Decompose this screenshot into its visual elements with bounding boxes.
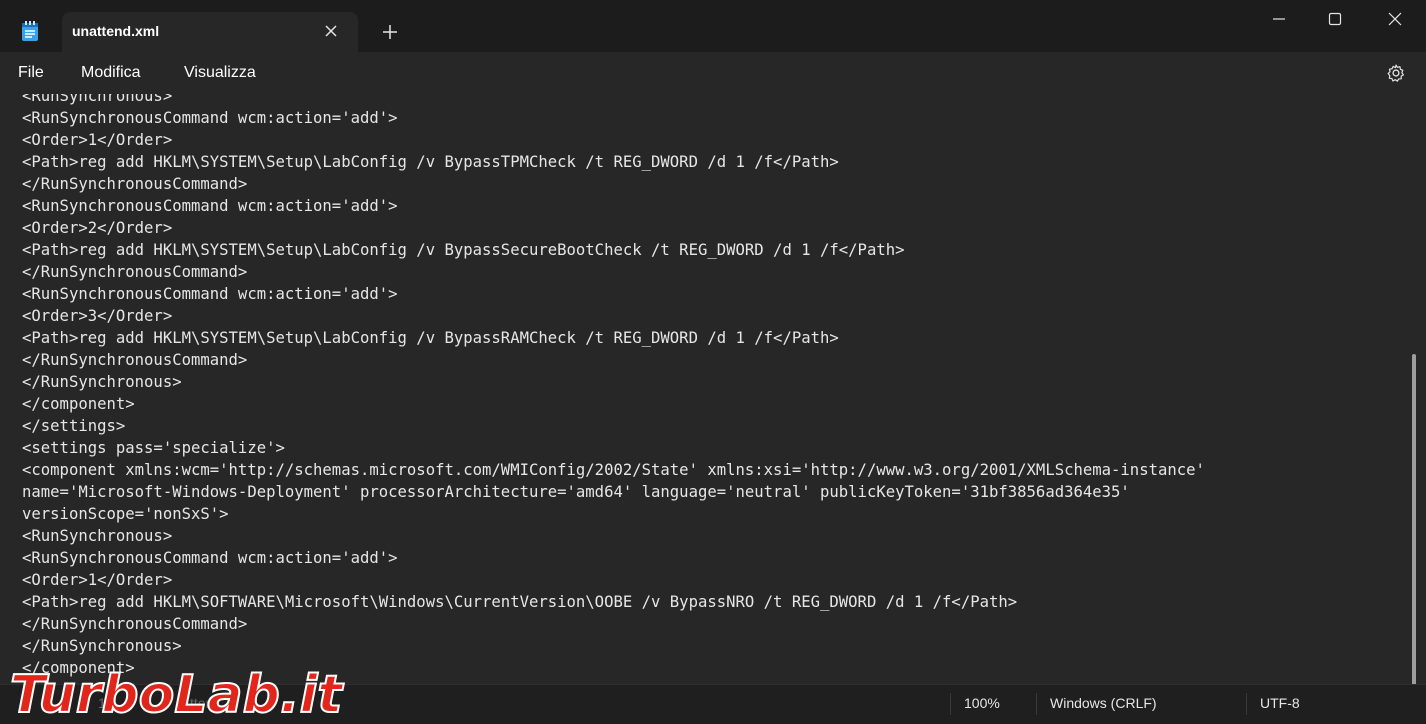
code-line: <RunSynchronousCommand wcm:action='add'>: [22, 285, 398, 303]
code-line: <RunSynchronousCommand wcm:action='add'>: [22, 197, 398, 215]
code-line: </RunSynchronous>: [22, 373, 182, 391]
code-line: <RunSynchronousCommand wcm:action='add'>: [22, 109, 398, 127]
code-line: <settings pass='specialize'>: [22, 439, 285, 457]
tab-title: unattend.xml: [72, 23, 160, 39]
close-icon: [1388, 12, 1402, 26]
close-window-button[interactable]: [1372, 0, 1418, 38]
code-line: </settings>: [22, 417, 126, 435]
code-line: <RunSynchronousCommand wcm:action='add'>: [22, 549, 398, 567]
plus-icon[interactable]: [380, 22, 400, 42]
status-line-ending: Windows (CRLF): [1050, 695, 1157, 711]
code-line: </RunSynchronousCommand>: [22, 351, 248, 369]
code-line: <Path>reg add HKLM\SOFTWARE\Microsoft\Wi…: [22, 593, 1018, 611]
code-line: </RunSynchronous>: [22, 637, 182, 655]
status-encoding: UTF-8: [1260, 695, 1300, 711]
code-line: </RunSynchronousCommand>: [22, 615, 248, 633]
code-line: <component xmlns:wcm='http://schemas.mic…: [22, 461, 1205, 479]
maximize-button[interactable]: [1312, 0, 1358, 38]
menu-bar: File Modifica Visualizza: [0, 52, 1426, 94]
turbolab-watermark-logo: TurboLab.it: [9, 664, 345, 722]
code-line: <Order>1</Order>: [22, 571, 173, 589]
status-zoom: 100%: [964, 695, 1000, 711]
code-line: versionScope='nonSxS'>: [22, 505, 229, 523]
code-line: </component>: [22, 395, 135, 413]
status-divider: [1036, 693, 1037, 715]
code-line: <Order>3</Order>: [22, 307, 173, 325]
menu-file[interactable]: File: [18, 64, 44, 82]
code-line: <Order>1</Order>: [22, 131, 173, 149]
minimize-icon: [1273, 18, 1285, 20]
code-line: <Order>2</Order>: [22, 219, 173, 237]
menu-modifica[interactable]: Modifica: [81, 64, 141, 82]
tab-unattend-xml[interactable]: unattend.xml: [62, 12, 358, 52]
text-editor[interactable]: <RunSynchronous> <RunSynchronousCommand …: [0, 94, 1426, 684]
code-line: </RunSynchronousCommand>: [22, 263, 248, 281]
status-divider: [950, 693, 951, 715]
notepad-icon: [22, 21, 38, 41]
maximize-icon: [1328, 12, 1342, 26]
code-line: <Path>reg add HKLM\SYSTEM\Setup\LabConfi…: [22, 153, 839, 171]
title-bar: unattend.xml: [0, 0, 1426, 52]
code-line: <RunSynchronous>: [22, 94, 173, 105]
minimize-button[interactable]: [1256, 0, 1302, 38]
gear-icon[interactable]: [1386, 63, 1406, 83]
code-line: name='Microsoft-Windows-Deployment' proc…: [22, 483, 1130, 501]
menu-visualizza[interactable]: Visualizza: [184, 64, 256, 82]
code-line: <Path>reg add HKLM\SYSTEM\Setup\LabConfi…: [22, 241, 905, 259]
watermark-text: TurboLab.it: [10, 665, 344, 722]
code-line: <Path>reg add HKLM\SYSTEM\Setup\LabConfi…: [22, 329, 839, 347]
vertical-scrollbar[interactable]: [1412, 354, 1416, 684]
close-icon[interactable]: [322, 22, 340, 40]
code-line: </RunSynchronousCommand>: [22, 175, 248, 193]
status-divider: [1246, 693, 1247, 715]
code-line: <RunSynchronous>: [22, 527, 173, 545]
